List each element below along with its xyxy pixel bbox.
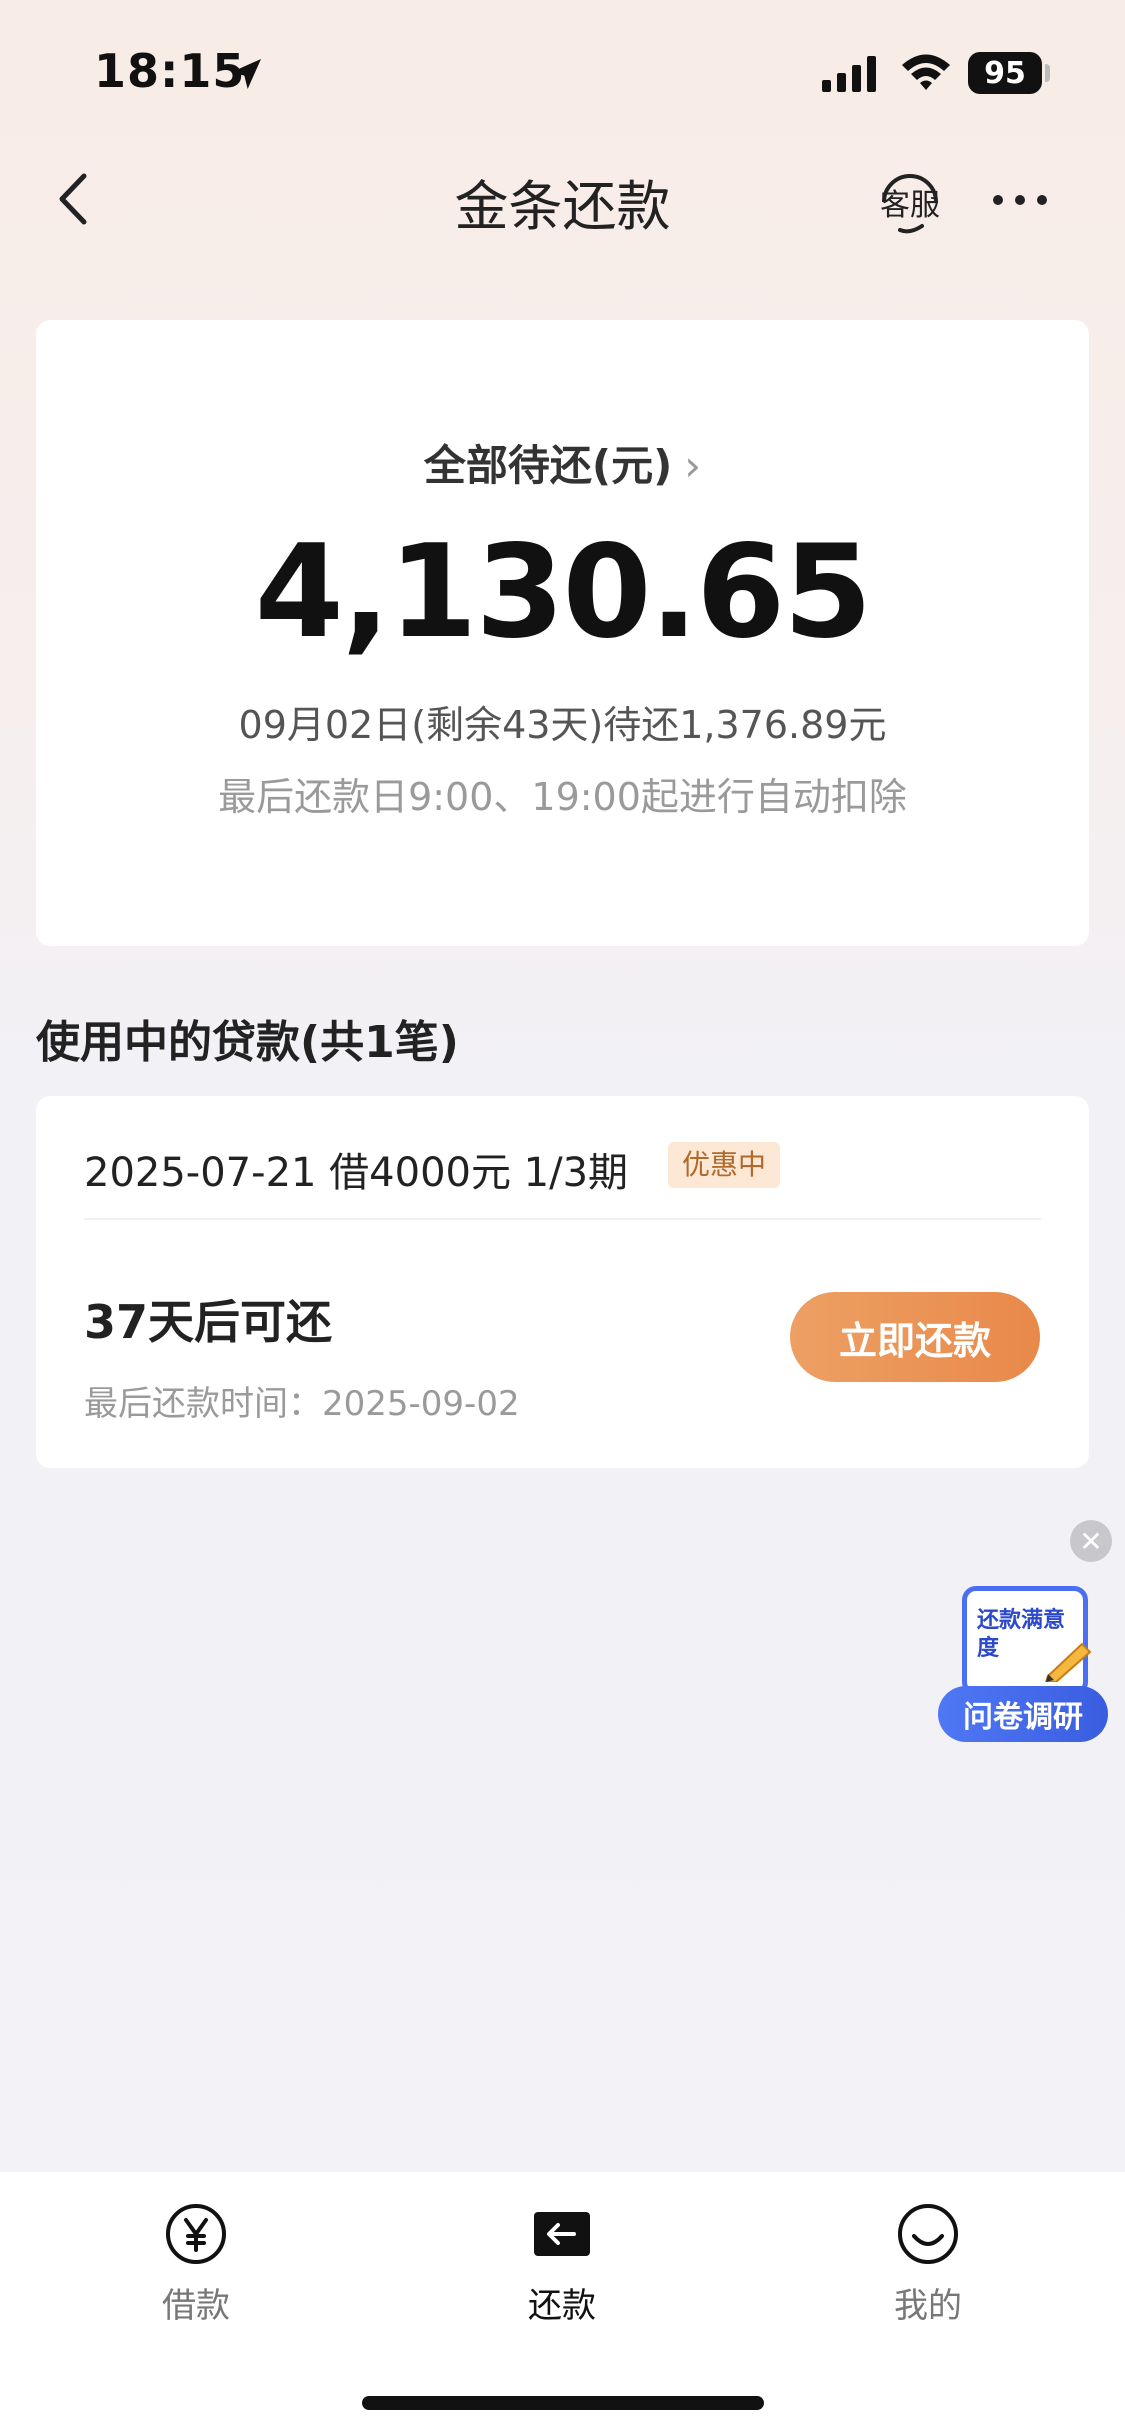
- summary-card: 全部待还(元) › 4,130.65 09月02日(剩余43天)待还1,376.8…: [36, 320, 1089, 946]
- tab-repay[interactable]: 还款: [462, 2202, 662, 2327]
- tab-label-mine: 我的: [894, 2286, 962, 2326]
- total-due-link[interactable]: 全部待还(元) ›: [36, 432, 1089, 493]
- pencil-icon: [1044, 1642, 1092, 1682]
- chevron-right-icon: ›: [684, 441, 702, 490]
- status-bar: 18:15 95: [0, 0, 1125, 140]
- return-arrow-icon: [534, 2212, 590, 2256]
- last-repay-date: 最后还款时间：2025-09-02: [84, 1384, 520, 1424]
- smile-face-icon: [898, 2204, 958, 2264]
- total-due-amount: 4,130.65: [254, 518, 873, 667]
- survey-button[interactable]: 问卷调研: [938, 1686, 1108, 1742]
- tab-label-borrow: 借款: [162, 2286, 230, 2326]
- battery-indicator: 95: [968, 52, 1042, 94]
- section-title: 使用中的贷款(共1笔): [36, 1017, 459, 1068]
- tab-mine[interactable]: 我的: [828, 2202, 1028, 2327]
- customer-service-label: 客服: [880, 188, 940, 223]
- repay-now-button[interactable]: 立即还款: [790, 1292, 1040, 1382]
- divider: [84, 1218, 1041, 1220]
- wifi-icon: [902, 54, 950, 90]
- tab-borrow[interactable]: 借款: [96, 2202, 296, 2327]
- survey-close-icon[interactable]: ✕: [1070, 1520, 1112, 1562]
- total-due-label: 全部待还(元): [423, 441, 673, 490]
- status-time: 18:15: [94, 44, 246, 98]
- cellular-signal-icon: [822, 56, 876, 92]
- location-arrow-icon: [231, 59, 261, 89]
- repay-status: 37天后可还: [84, 1295, 333, 1349]
- tab-label-repay: 还款: [528, 2286, 596, 2326]
- battery-level: 95: [984, 55, 1026, 91]
- home-indicator[interactable]: [362, 2396, 764, 2410]
- survey-widget[interactable]: 还款满意度 问卷调研: [938, 1586, 1108, 1742]
- loan-header: 2025-07-21 借4000元 1/3期: [84, 1150, 629, 1196]
- yen-circle-icon: [166, 2204, 226, 2264]
- loan-card[interactable]: 2025-07-21 借4000元 1/3期 优惠中 37天后可还 最后还款时间…: [36, 1096, 1089, 1468]
- next-due-info: 09月02日(剩余43天)待还1,376.89元: [238, 703, 887, 747]
- page-title: 金条还款: [454, 175, 671, 238]
- battery-tip: [1045, 64, 1050, 82]
- auto-deduct-info: 最后还款日9:00、19:00起进行自动扣除: [218, 775, 907, 819]
- discount-badge: 优惠中: [668, 1142, 781, 1188]
- customer-service-button[interactable]: 客服: [870, 168, 950, 238]
- more-dots-icon[interactable]: [990, 192, 1050, 208]
